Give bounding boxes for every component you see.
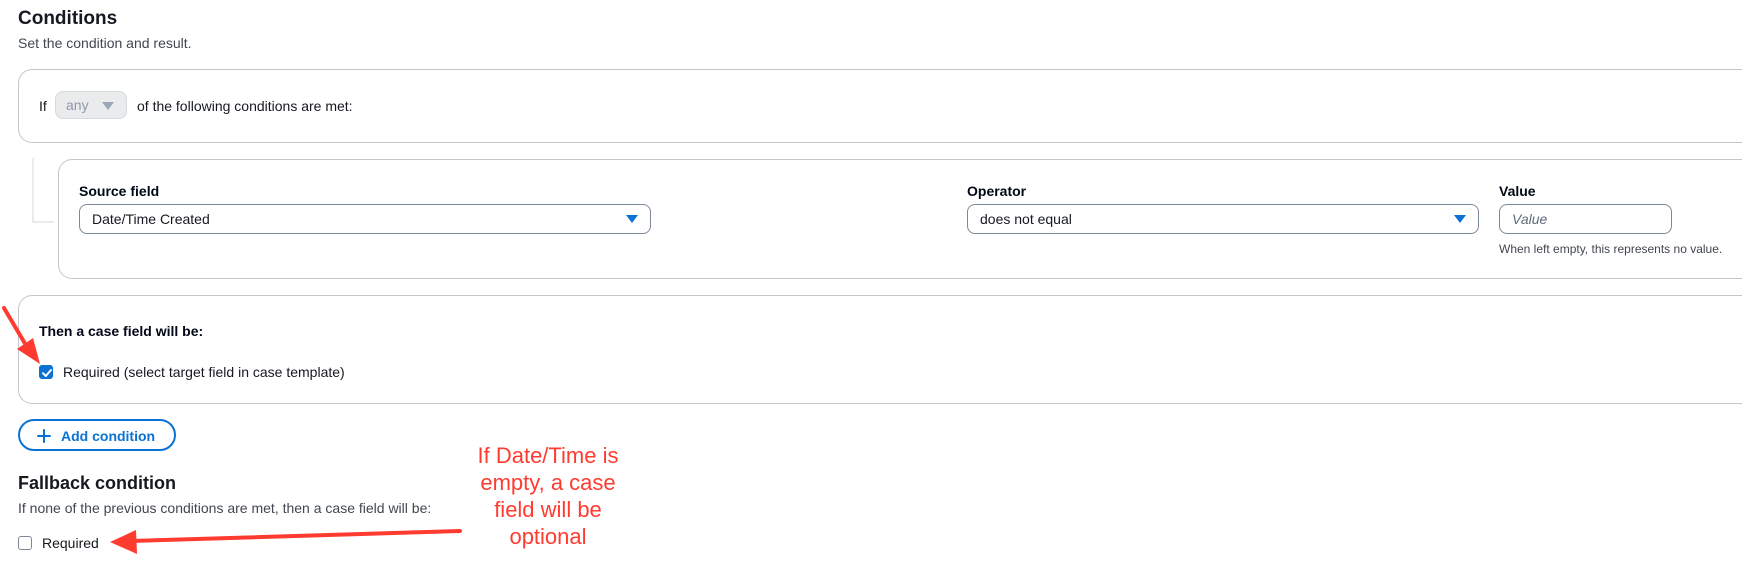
annotation-line-1: If Date/Time is <box>477 443 619 468</box>
annotation-arrows <box>2 306 462 554</box>
arrow-to-fallback-icon <box>110 529 462 554</box>
annotation-line-2: empty, a case <box>480 470 616 495</box>
annotation-note: If Date/Time is empty, a case field will… <box>458 442 638 550</box>
annotation-line-3: field will be <box>494 497 602 522</box>
arrow-to-required-icon <box>2 306 40 364</box>
annotation-line-4: optional <box>509 524 587 549</box>
